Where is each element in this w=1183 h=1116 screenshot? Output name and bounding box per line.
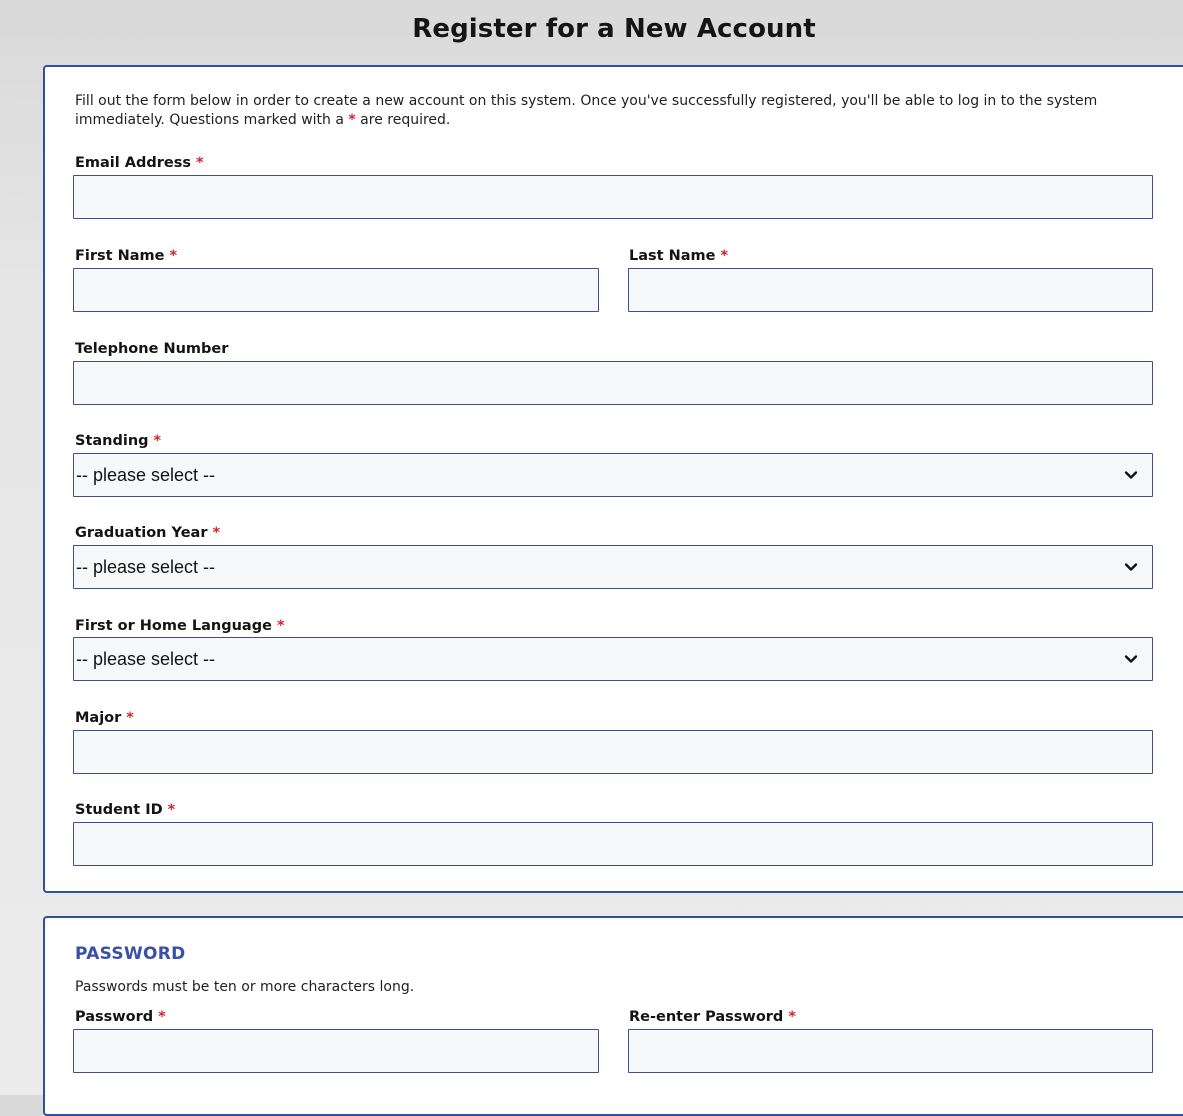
- last-name-label: Last Name *: [629, 248, 728, 264]
- standing-label-text: Standing: [75, 433, 149, 449]
- graduation-year-label: Graduation Year *: [75, 525, 220, 541]
- major-label-text: Major: [75, 710, 122, 726]
- telephone-label-text: Telephone Number: [75, 341, 229, 357]
- standing-selected-value: -- please select --: [76, 465, 216, 485]
- required-mark: *: [720, 248, 729, 264]
- last-name-label-text: Last Name: [629, 248, 716, 264]
- required-mark: *: [348, 112, 356, 128]
- password-helper-text: Passwords must be ten or more characters…: [75, 979, 415, 995]
- intro-text: Fill out the form below in order to crea…: [75, 93, 1098, 128]
- graduation-year-label-text: Graduation Year: [75, 525, 208, 541]
- required-mark: *: [153, 433, 162, 449]
- required-mark: *: [788, 1009, 796, 1025]
- student-id-label-text: Student ID: [75, 802, 163, 818]
- password-label-text: Password: [75, 1009, 154, 1025]
- graduation-year-selected-value: -- please select --: [76, 557, 216, 577]
- major-field[interactable]: [73, 730, 1153, 774]
- first-name-label-text: First Name: [75, 248, 165, 264]
- password-section-heading: PASSWORD: [75, 944, 186, 964]
- telephone-label: Telephone Number: [75, 341, 228, 357]
- language-select[interactable]: -- please select --: [73, 637, 1153, 681]
- required-mark: *: [167, 802, 176, 818]
- standing-select[interactable]: -- please select --: [73, 453, 1153, 497]
- reenter-password-field[interactable]: [628, 1029, 1153, 1073]
- standing-label: Standing *: [75, 433, 161, 449]
- first-name-label: First Name *: [75, 248, 177, 264]
- chevron-down-icon: [1124, 655, 1138, 663]
- telephone-field[interactable]: [73, 361, 1153, 405]
- reenter-password-label: Re-enter Password *: [629, 1009, 796, 1025]
- graduation-year-select[interactable]: -- please select --: [73, 545, 1153, 589]
- last-name-field[interactable]: [628, 268, 1153, 312]
- page-title: Register for a New Account: [412, 14, 816, 44]
- email-label: Email Address *: [75, 155, 204, 171]
- form-intro: Fill out the form below in order to crea…: [75, 92, 1155, 130]
- reenter-password-label-text: Re-enter Password: [629, 1009, 784, 1025]
- required-mark: *: [169, 248, 178, 264]
- registration-form-panel: Fill out the form below in order to crea…: [43, 65, 1183, 893]
- language-label: First or Home Language *: [75, 618, 285, 634]
- student-id-field[interactable]: [73, 822, 1153, 866]
- password-label: Password *: [75, 1009, 166, 1025]
- required-mark: *: [158, 1009, 166, 1025]
- chevron-down-icon: [1124, 563, 1138, 571]
- major-label: Major *: [75, 710, 134, 726]
- chevron-down-icon: [1124, 471, 1138, 479]
- email-label-text: Email Address: [75, 155, 192, 171]
- required-mark: *: [276, 618, 285, 634]
- intro-text-end: are required.: [355, 112, 451, 128]
- student-id-label: Student ID *: [75, 802, 175, 818]
- language-selected-value: -- please select --: [76, 649, 216, 669]
- language-label-text: First or Home Language: [75, 618, 272, 634]
- password-field[interactable]: [73, 1029, 599, 1073]
- first-name-field[interactable]: [73, 268, 599, 312]
- password-panel: PASSWORD Passwords must be ten or more c…: [43, 916, 1183, 1116]
- required-mark: *: [212, 525, 221, 541]
- required-mark: *: [196, 155, 204, 171]
- required-mark: *: [126, 710, 134, 726]
- email-field[interactable]: [73, 175, 1153, 219]
